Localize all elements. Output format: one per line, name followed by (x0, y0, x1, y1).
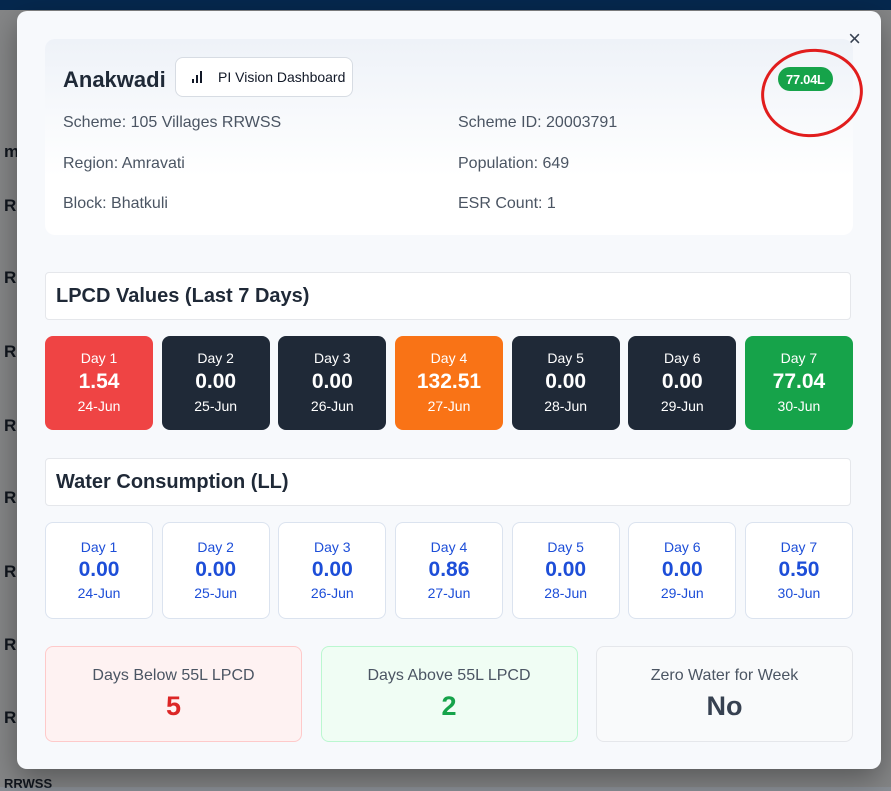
day-label: Day 2 (197, 350, 234, 366)
lpcd-value: 132.51 (416, 370, 482, 393)
lpcd-day-card: Day 3 0.00 26-Jun (278, 336, 387, 430)
village-name: Anakwadi (63, 67, 166, 92)
water-value: 0.00 (195, 558, 237, 581)
day-label: Day 1 (80, 350, 118, 366)
pi-vision-dashboard-button[interactable]: PI Vision Dashboard (175, 57, 353, 97)
day-date: 24-Jun (77, 398, 121, 414)
annotation-circle (755, 42, 869, 144)
day-date: 24-Jun (77, 585, 121, 601)
lpcd-day-card: Day 5 0.00 28-Jun (511, 336, 620, 430)
region: Region: Amravati (63, 155, 185, 172)
lpcd-value: 0.00 (545, 370, 587, 393)
day-label: Day 3 (314, 539, 351, 555)
day-date: 29-Jun (660, 585, 704, 601)
lpcd-day-card: Day 6 0.00 29-Jun (628, 336, 737, 430)
water-day-card: Day 7 0.50 30-Jun (744, 522, 853, 619)
day-label: Day 2 (197, 539, 234, 555)
day-date: 25-Jun (194, 585, 238, 601)
summary-value: No (706, 691, 743, 721)
day-label: Day 7 (780, 539, 818, 555)
day-label: Day 6 (663, 539, 701, 555)
water-day-card: Day 2 0.00 25-Jun (161, 522, 270, 619)
water-consumption-days: Day 1 0.00 24-Jun Day 2 0.00 25-Jun Day … (45, 522, 853, 619)
day-date: 28-Jun (544, 398, 588, 414)
zero-water-card: Zero Water for Week No (596, 646, 853, 742)
day-label: Day 6 (663, 350, 701, 366)
lpcd-value: 1.54 (78, 370, 120, 393)
water-day-card: Day 1 0.00 24-Jun (45, 522, 153, 619)
day-date: 27-Jun (427, 585, 471, 601)
water-day-card: Day 5 0.00 28-Jun (511, 522, 620, 619)
water-day-card: Day 6 0.00 29-Jun (628, 522, 737, 619)
summary-label: Days Above 55L LPCD (367, 667, 531, 684)
days-above-55-card: Days Above 55L LPCD 2 (320, 646, 578, 742)
lpcd-day-card: Day 2 0.00 25-Jun (161, 336, 270, 430)
lpcd-value: 0.00 (195, 370, 237, 393)
water-value: 0.00 (661, 558, 703, 581)
water-value: 0.00 (311, 558, 353, 581)
day-label: Day 7 (780, 350, 818, 366)
day-label: Day 1 (80, 539, 118, 555)
lpcd-value: 0.00 (311, 370, 353, 393)
block: Block: Bhatkuli (63, 195, 168, 212)
day-label: Day 3 (314, 350, 351, 366)
summary-cards: Days Below 55L LPCD 5 Days Above 55L LPC… (45, 646, 853, 742)
village-details-modal: × Anakwadi PI Vision Dashboard 77.04L Sc… (17, 11, 881, 769)
lpcd-day-card: Day 4 132.51 27-Jun (394, 336, 503, 430)
water-day-card: Day 4 0.86 27-Jun (394, 522, 503, 619)
days-below-55-card: Days Below 55L LPCD 5 (45, 646, 302, 742)
lpcd-days: Day 1 1.54 24-Jun Day 2 0.00 25-Jun Day … (45, 336, 853, 430)
summary-value: 2 (441, 691, 457, 721)
village-info-card: Anakwadi PI Vision Dashboard 77.04L Sche… (45, 39, 869, 235)
summary-label: Days Below 55L LPCD (92, 667, 255, 684)
pi-vision-dashboard-label: PI Vision Dashboard (218, 69, 346, 85)
lpcd-section-title: LPCD Values (Last 7 Days) (45, 272, 851, 320)
day-label: Day 4 (430, 350, 468, 366)
day-date: 25-Jun (194, 398, 238, 414)
water-value: 0.86 (428, 558, 470, 581)
bar-chart-icon (192, 71, 202, 83)
day-date: 28-Jun (544, 585, 588, 601)
day-date: 27-Jun (427, 398, 471, 414)
esr-count: ESR Count: 1 (458, 195, 556, 212)
lpcd-day-card: Day 1 1.54 24-Jun (45, 336, 153, 430)
scheme-id: Scheme ID: 20003791 (458, 114, 618, 131)
day-label: Day 5 (547, 539, 584, 555)
water-consumption-section-title: Water Consumption (LL) (45, 458, 851, 506)
day-label: Day 4 (430, 539, 468, 555)
lpcd-value: 77.04 (772, 370, 826, 393)
lpcd-day-card: Day 7 77.04 30-Jun (744, 336, 853, 430)
summary-value: 5 (165, 691, 182, 721)
population: Population: 649 (458, 155, 570, 172)
water-value: 0.00 (545, 558, 587, 581)
day-date: 26-Jun (310, 585, 354, 601)
water-day-card: Day 3 0.00 26-Jun (278, 522, 387, 619)
summary-label: Zero Water for Week (650, 667, 799, 684)
water-value: 0.50 (778, 558, 820, 581)
day-date: 29-Jun (660, 398, 704, 414)
day-date: 26-Jun (310, 398, 354, 414)
lpcd-value: 0.00 (661, 370, 703, 393)
day-date: 30-Jun (777, 585, 821, 601)
day-date: 30-Jun (777, 398, 821, 414)
water-value: 0.00 (78, 558, 120, 581)
scheme-name: Scheme: 105 Villages RRWSS (63, 114, 282, 131)
day-label: Day 5 (547, 350, 584, 366)
